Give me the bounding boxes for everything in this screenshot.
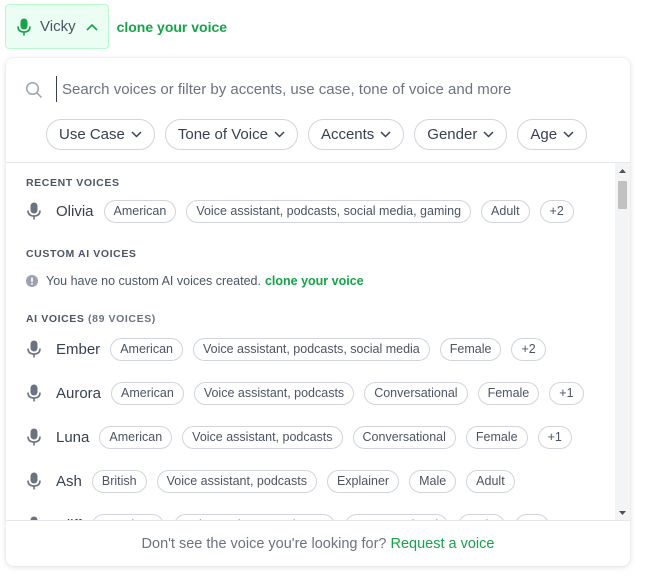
chevron-down-icon <box>483 131 494 138</box>
voice-selector-button[interactable]: Vicky <box>5 4 109 49</box>
voice-row-ash[interactable]: Ash British Voice assistant, podcasts Expla… <box>26 469 525 493</box>
microphone-icon[interactable] <box>26 340 42 358</box>
voice-tag: Explainer <box>326 469 400 493</box>
voice-row-aurora[interactable]: Aurora American Voice assistant, podcasts C… <box>26 381 594 405</box>
microphone-icon[interactable] <box>26 384 42 402</box>
voice-row-luna[interactable]: Luna American Voice assistant, podcasts Con… <box>26 425 582 449</box>
footer-text: Don't see the voice you're looking for? <box>141 535 387 552</box>
filter-label: Age <box>530 126 558 143</box>
voice-row-cliff[interactable]: CliffAmericanVoice assistant, podcastsCo… <box>26 513 559 520</box>
custom-clone-link[interactable]: clone your voice <box>265 274 364 288</box>
ai-voices-title: AI VOICES <box>26 313 85 325</box>
voice-name[interactable]: Luna <box>56 429 89 446</box>
voice-name[interactable]: Ash <box>56 473 82 490</box>
voice-tag: American <box>99 425 173 449</box>
chevron-down-icon <box>274 131 285 138</box>
clone-voice-link[interactable]: clone your voice <box>117 19 227 35</box>
voice-tag: Conversational <box>352 425 456 449</box>
search-row <box>6 76 630 102</box>
custom-voices-notice: You have no custom AI voices created. cl… <box>26 274 364 288</box>
filter-label: Gender <box>427 126 478 143</box>
request-voice-link[interactable]: Request a voice <box>390 536 494 552</box>
voice-list[interactable]: RECENT VOICES CUSTOM AI VOICES You have … <box>6 162 630 520</box>
voice-tag: Voice assistant, podcasts <box>182 425 343 449</box>
search-icon <box>25 81 43 99</box>
voice-tag: Conversational <box>364 381 468 405</box>
recent-voices-heading: RECENT VOICES <box>26 177 120 189</box>
voice-tag: Female <box>477 381 540 405</box>
filter-accents[interactable]: Accents <box>307 119 405 150</box>
more-tags-badge[interactable]: +1 <box>537 425 572 449</box>
chevron-down-icon <box>131 131 142 138</box>
scroll-up-arrow-icon[interactable] <box>618 167 627 175</box>
filter-bar: Use Case Tone of Voice Accents Gender Age <box>46 119 588 150</box>
voice-row-ember[interactable]: Ember American Voice assistant, podcasts, … <box>26 337 556 361</box>
voice-picker-panel: Use Case Tone of Voice Accents Gender Age RE… <box>6 58 630 566</box>
selected-voice-name: Vicky <box>40 18 76 35</box>
more-tags-badge[interactable]: +1 <box>549 381 584 405</box>
panel-footer: Don't see the voice you're looking for? … <box>6 520 630 566</box>
list-scrollbar[interactable] <box>615 163 630 520</box>
voice-row-olivia[interactable]: Olivia American Voice assistant, podcasts,… <box>26 199 584 223</box>
more-tags-badge[interactable]: +2 <box>511 337 546 361</box>
filter-tone-of-voice[interactable]: Tone of Voice <box>164 119 298 150</box>
more-tags-badge[interactable]: +2 <box>539 199 574 223</box>
voice-tag: Voice assistant, podcasts, social media,… <box>186 199 472 223</box>
voice-tag: Female <box>465 425 528 449</box>
voice-tag: British <box>91 469 147 493</box>
microphone-icon[interactable] <box>26 202 42 220</box>
microphone-icon[interactable] <box>26 428 42 446</box>
scrollbar-thumb[interactable] <box>618 181 627 209</box>
custom-voices-heading: CUSTOM AI VOICES <box>26 248 137 260</box>
microphone-icon[interactable] <box>26 472 42 490</box>
voice-name[interactable]: Aurora <box>56 385 101 402</box>
filter-label: Use Case <box>59 126 125 143</box>
filter-age[interactable]: Age <box>517 119 588 150</box>
voice-tag: Voice assistant, podcasts <box>156 469 317 493</box>
filter-use-case[interactable]: Use Case <box>46 119 155 150</box>
voice-tag: Voice assistant, podcasts <box>193 381 355 405</box>
filter-label: Accents <box>320 126 375 143</box>
voice-tag: American <box>111 381 184 405</box>
voice-tag: Female <box>439 337 502 361</box>
voice-tag: Adult <box>481 199 530 223</box>
microphone-icon <box>17 18 31 35</box>
voice-name[interactable]: Ember <box>56 341 100 358</box>
voice-name[interactable]: Olivia <box>56 203 94 220</box>
voice-tag: Voice assistant, podcasts, social media <box>192 337 430 361</box>
ai-voices-heading: AI VOICES (89 VOICES) <box>26 313 156 325</box>
filter-gender[interactable]: Gender <box>414 119 508 150</box>
filter-label: Tone of Voice <box>177 126 268 143</box>
voice-selector-bar: Vicky clone your voice <box>5 4 227 49</box>
warning-icon <box>26 275 38 287</box>
chevron-up-icon <box>86 23 98 31</box>
voice-tag: American <box>110 337 183 361</box>
chevron-down-icon <box>380 131 391 138</box>
ai-voices-count: (89 VOICES) <box>88 313 156 325</box>
voice-tag: Male <box>409 469 457 493</box>
voice-tag: Adult <box>466 469 515 493</box>
voice-tag: American <box>103 199 177 223</box>
scroll-down-arrow-icon[interactable] <box>618 509 627 517</box>
search-input[interactable] <box>56 76 596 102</box>
custom-notice-text: You have no custom AI voices created. <box>46 274 261 288</box>
chevron-down-icon <box>563 131 574 138</box>
